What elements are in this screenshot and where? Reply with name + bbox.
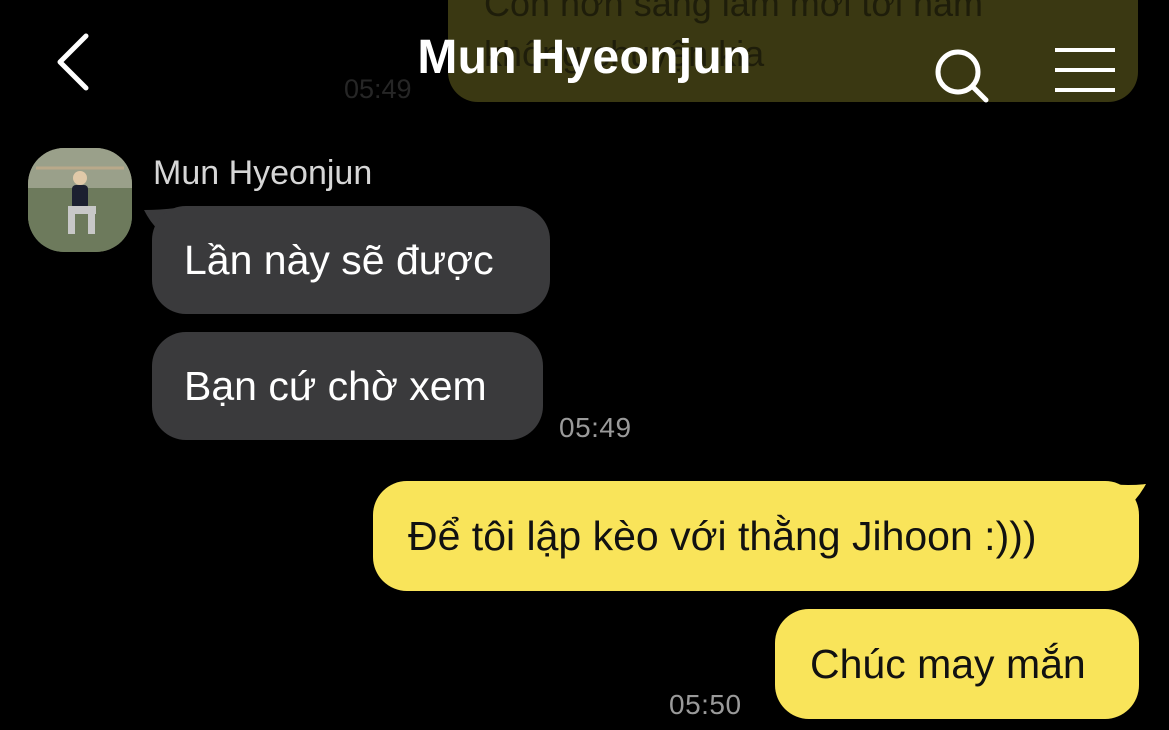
avatar-photo [28,148,132,252]
menu-button[interactable] [1052,46,1118,96]
search-icon [935,49,989,103]
incoming-message[interactable]: Lần này sẽ được [152,206,550,314]
message-text: Để tôi lập kèo với thằng Jihoon :))) [408,512,1037,559]
outgoing-time: 05:50 [669,689,742,720]
message-text: Lần này sẽ được [184,236,494,283]
search-button[interactable] [932,46,992,106]
menu-icon [1055,48,1115,92]
outgoing-message[interactable]: Chúc may mắn [775,609,1139,719]
incoming-message[interactable]: Bạn cứ chờ xem [152,332,543,440]
message-text: Bạn cứ chờ xem [184,362,487,409]
avatar[interactable] [28,148,132,252]
sender-name: Mun Hyeonjun [153,154,373,192]
message-text: Chúc may mắn [810,640,1086,687]
previous-message-line1: Còn hơn sáng làm mới tới nằm [484,0,984,24]
outgoing-message[interactable]: Để tôi lập kèo với thằng Jihoon :))) [373,481,1139,591]
chat-title: Mun Hyeonjun [417,31,752,84]
incoming-time: 05:49 [559,412,632,443]
